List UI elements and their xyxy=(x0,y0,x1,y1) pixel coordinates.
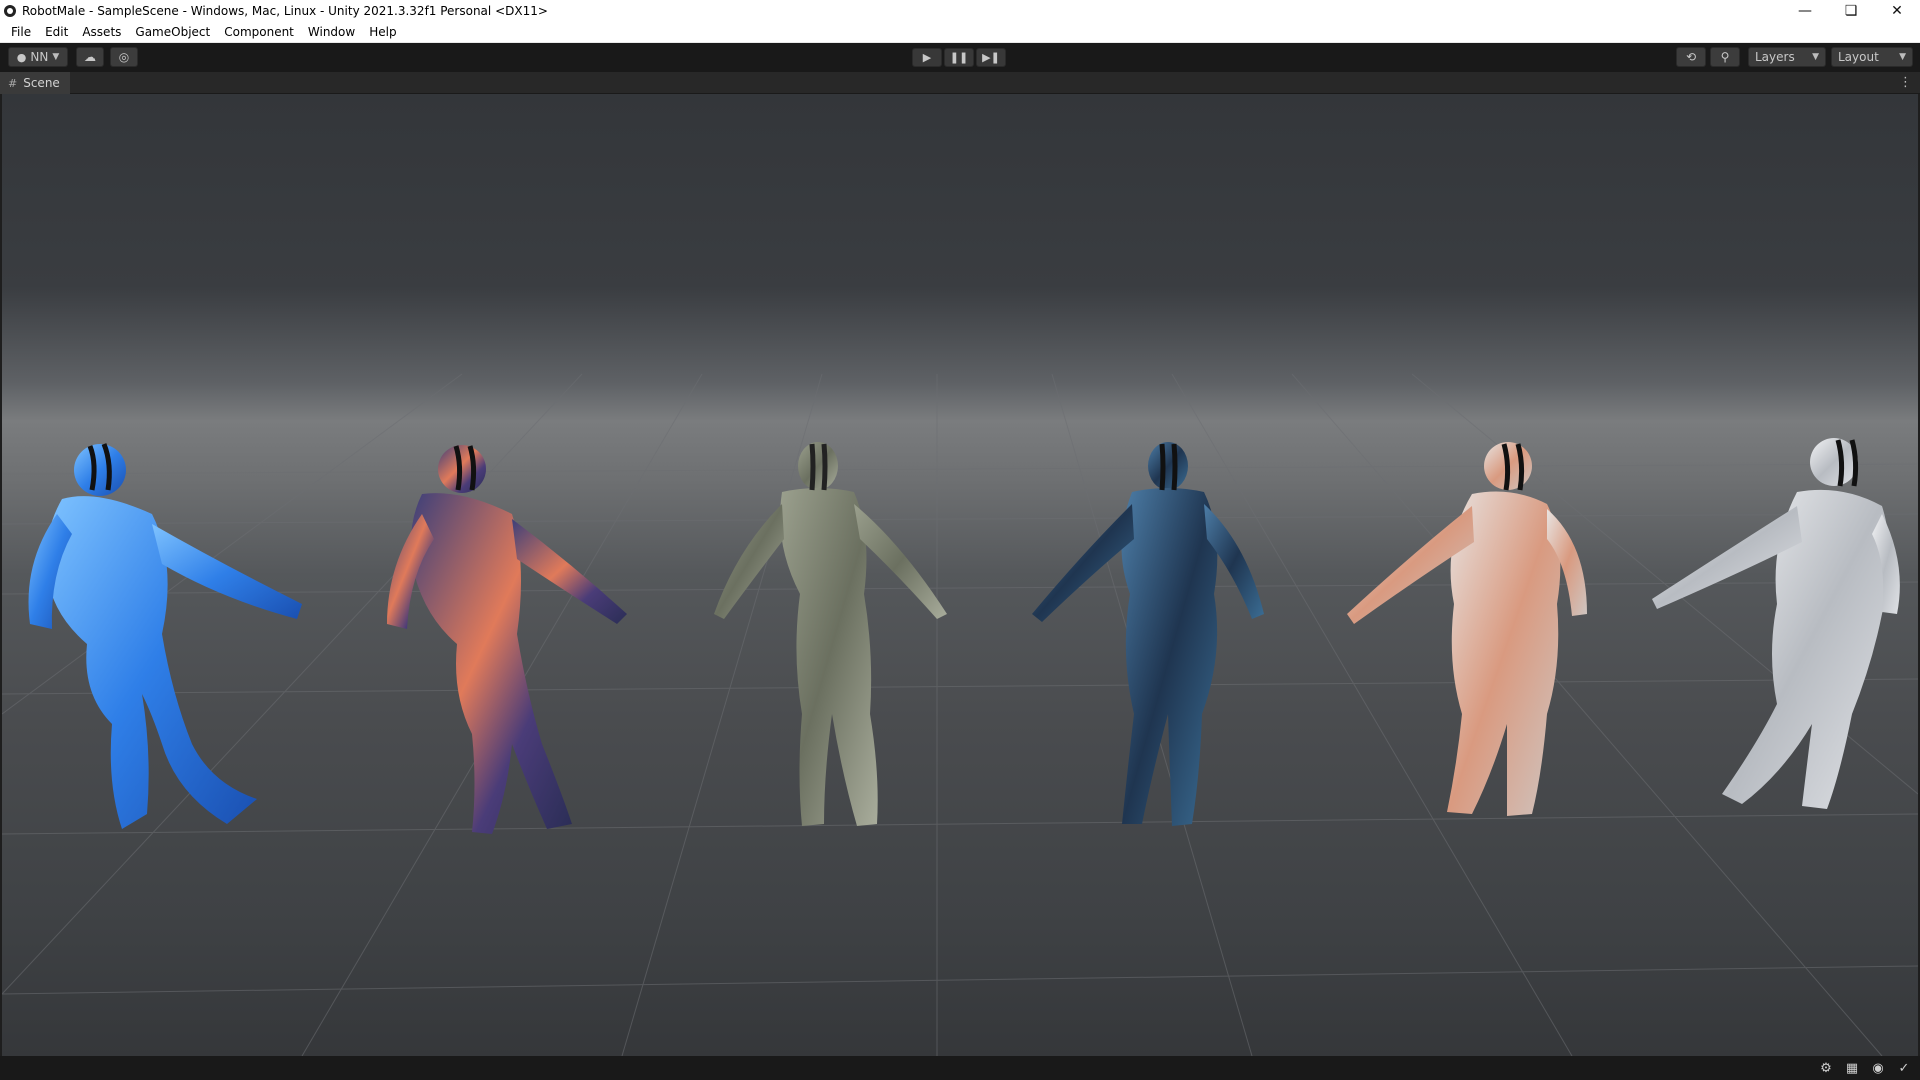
cloud-button[interactable]: ☁ xyxy=(76,47,104,67)
status-icons: ⚙ ▦ ◉ ✓ xyxy=(1818,1060,1912,1076)
layout-label: Layout xyxy=(1838,50,1879,64)
minimize-button[interactable]: — xyxy=(1782,0,1828,22)
unity-logo-icon xyxy=(4,5,16,17)
window-title: RobotMale - SampleScene - Windows, Mac, … xyxy=(22,4,548,18)
restore-button[interactable]: ❏ xyxy=(1828,0,1874,22)
search-icon: ⚲ xyxy=(1720,50,1730,64)
status-bar: ⚙ ▦ ◉ ✓ xyxy=(0,1056,1920,1080)
robot-model-blue[interactable] xyxy=(28,443,302,829)
minimize-icon: — xyxy=(1798,3,1812,19)
layout-dropdown[interactable]: Layout ▼ xyxy=(1831,47,1913,67)
layers-dropdown[interactable]: Layers ▼ xyxy=(1748,47,1826,67)
menu-component[interactable]: Component xyxy=(217,25,301,39)
account-icon: ● xyxy=(16,50,27,64)
account-label: NN xyxy=(30,50,49,64)
menu-gameobject[interactable]: GameObject xyxy=(128,25,217,39)
play-button[interactable]: ▶ xyxy=(912,48,942,67)
robot-model-floral[interactable] xyxy=(1347,442,1587,816)
history-icon: ⟲ xyxy=(1685,50,1697,64)
menu-help[interactable]: Help xyxy=(362,25,403,39)
play-icon: ▶ xyxy=(922,51,932,64)
robot-model-galaxy[interactable] xyxy=(1032,442,1264,826)
scene-viewport[interactable] xyxy=(2,94,1918,1056)
title-bar: RobotMale - SampleScene - Windows, Mac, … xyxy=(0,0,1920,22)
robot-model-nebula[interactable] xyxy=(387,445,627,834)
more-options-icon[interactable]: ⋮ xyxy=(1899,75,1912,90)
undo-history-button[interactable]: ⟲ xyxy=(1676,47,1706,67)
ground-grid xyxy=(2,373,1918,1056)
tab-scene-label: Scene xyxy=(23,76,60,90)
tab-scene[interactable]: # Scene xyxy=(0,72,70,94)
scene-render xyxy=(2,373,1918,1056)
layers-label: Layers xyxy=(1755,50,1795,64)
search-button[interactable]: ⚲ xyxy=(1710,47,1740,67)
chevron-down-icon: ▼ xyxy=(1899,52,1906,62)
pause-icon: ❚❚ xyxy=(949,51,969,64)
menu-window[interactable]: Window xyxy=(301,25,362,39)
account-dropdown[interactable]: ● NN ▼ xyxy=(8,47,68,67)
collab-button[interactable]: ◎ xyxy=(110,47,138,67)
menu-edit[interactable]: Edit xyxy=(38,25,75,39)
close-button[interactable]: ✕ xyxy=(1874,0,1920,22)
robot-model-silver[interactable] xyxy=(1652,438,1900,809)
robot-model-camo[interactable] xyxy=(714,442,947,826)
pause-button[interactable]: ❚❚ xyxy=(944,48,974,67)
scene-grid-icon: # xyxy=(8,76,18,90)
chevron-down-icon: ▼ xyxy=(1812,52,1819,62)
step-icon: ▶❚ xyxy=(982,51,1000,64)
window-controls: — ❏ ✕ xyxy=(1782,0,1920,22)
menu-file[interactable]: File xyxy=(4,25,38,39)
close-icon: ✕ xyxy=(1891,3,1903,19)
check-icon[interactable]: ✓ xyxy=(1896,1060,1912,1076)
play-controls: ▶ ❚❚ ▶❚ xyxy=(912,48,1006,67)
main-toolbar: ● NN ▼ ☁ ◎ ▶ ❚❚ ▶❚ ⟲ ⚲ Layers ▼ Layout ▼ xyxy=(0,43,1920,72)
debug-icon[interactable]: ⚙ xyxy=(1818,1060,1834,1076)
restore-icon: ❏ xyxy=(1844,3,1858,19)
collab-icon: ◎ xyxy=(118,50,130,64)
menu-assets[interactable]: Assets xyxy=(75,25,128,39)
layout-icon[interactable]: ▦ xyxy=(1844,1060,1860,1076)
cache-icon[interactable]: ◉ xyxy=(1870,1060,1886,1076)
cloud-icon: ☁ xyxy=(84,50,96,64)
scene-tab-bar: # Scene ⋮ xyxy=(0,72,1920,94)
step-button[interactable]: ▶❚ xyxy=(976,48,1006,67)
menu-bar: File Edit Assets GameObject Component Wi… xyxy=(0,22,1920,43)
chevron-down-icon: ▼ xyxy=(52,52,60,62)
